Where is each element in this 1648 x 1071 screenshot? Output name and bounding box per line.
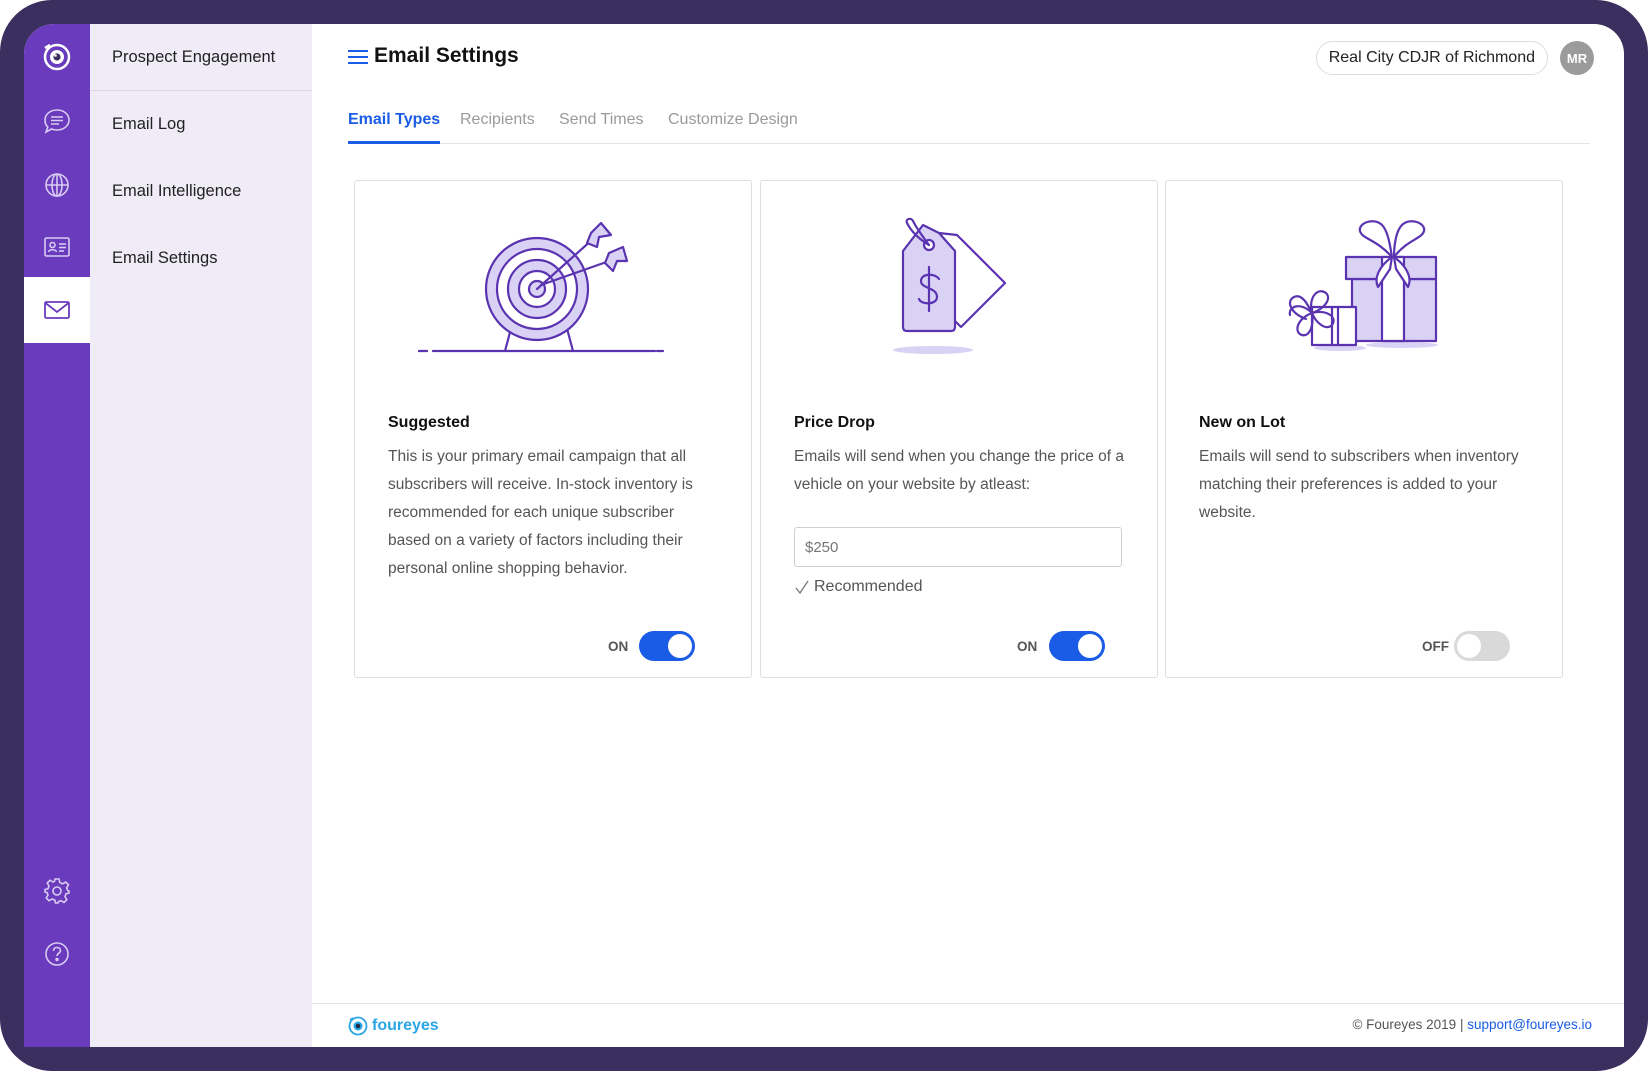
gear-icon[interactable]	[24, 858, 90, 924]
tab-send-times[interactable]: Send Times	[559, 111, 643, 141]
tab-bar: Email Types Recipients Send Times Custom…	[348, 111, 1590, 144]
dealer-selector[interactable]: Real City CDJR of Richmond	[1315, 41, 1548, 75]
help-icon[interactable]	[24, 921, 90, 987]
tab-recipients[interactable]: Recipients	[460, 111, 535, 141]
chat-bubble-icon[interactable]	[24, 88, 90, 154]
card-title: New on Lot	[1199, 414, 1286, 431]
card-title: Price Drop	[794, 414, 875, 431]
envelope-icon[interactable]	[24, 277, 90, 343]
check-icon	[795, 580, 809, 595]
globe-icon[interactable]	[24, 152, 90, 218]
gift-boxes-icon	[1288, 220, 1438, 351]
toggle-knob	[668, 634, 692, 658]
secondary-nav: Prospect Engagement Email Log Email Inte…	[90, 24, 312, 1047]
toggle-knob	[1078, 634, 1102, 658]
footer: foureyes © Foureyes 2019 | support@foure…	[312, 1003, 1624, 1047]
icon-rail	[24, 24, 90, 1047]
logo-eye-icon[interactable]	[24, 24, 90, 90]
hamburger-menu-icon[interactable]	[348, 48, 368, 66]
toggle-knob	[1457, 634, 1481, 658]
device-frame: Prospect Engagement Email Log Email Inte…	[0, 0, 1648, 1071]
target-with-arrows-icon	[417, 221, 665, 353]
footer-logo: foureyes	[348, 1016, 439, 1036]
top-bar: Email Settings Real City CDJR of Richmon…	[312, 24, 1624, 90]
price-drop-toggle[interactable]	[1049, 631, 1105, 661]
subnav-item-email-settings[interactable]: Email Settings	[90, 225, 312, 292]
page-title: Email Settings	[374, 44, 519, 67]
main-content: Email Settings Real City CDJR of Richmon…	[312, 24, 1624, 1047]
recommended-label: Recommended	[814, 578, 923, 595]
price-tag-icon	[893, 217, 1007, 354]
contact-card-icon[interactable]	[24, 214, 90, 280]
card-title: Suggested	[388, 414, 470, 431]
app-screen: Prospect Engagement Email Log Email Inte…	[24, 24, 1624, 1047]
subnav-header: Prospect Engagement	[90, 24, 312, 91]
recommended-hint: Recommended	[794, 578, 923, 596]
suggested-toggle[interactable]	[639, 631, 695, 661]
support-email-link[interactable]: support@foureyes.io	[1467, 1017, 1592, 1032]
email-type-card-suggested: Suggested This is your primary email cam…	[354, 180, 752, 678]
tab-customize-design[interactable]: Customize Design	[668, 111, 798, 141]
footer-meta: © Foureyes 2019 | support@foureyes.io	[1352, 1017, 1592, 1032]
avatar[interactable]: MR	[1560, 41, 1594, 75]
card-description: Emails will send when you change the pri…	[794, 448, 1124, 493]
new-on-lot-toggle[interactable]	[1454, 631, 1510, 661]
toggle-state-label: ON	[608, 639, 629, 654]
email-type-card-new-on-lot: New on Lot Emails will send to subscribe…	[1165, 180, 1563, 678]
copyright-text: © Foureyes 2019 |	[1352, 1017, 1464, 1032]
foureyes-logo-icon	[348, 1016, 368, 1036]
toggle-state-label: OFF	[1422, 639, 1449, 654]
email-type-card-price-drop: Price Drop Emails will send when you cha…	[760, 180, 1158, 678]
subnav-item-email-intelligence[interactable]: Email Intelligence	[90, 158, 312, 225]
tab-email-types[interactable]: Email Types	[348, 111, 441, 144]
toggle-state-label: ON	[1017, 639, 1038, 654]
price-threshold-input[interactable]	[794, 527, 1122, 567]
subnav-item-email-log[interactable]: Email Log	[90, 91, 312, 158]
card-description: This is your primary email campaign that…	[388, 448, 693, 577]
footer-logo-text: foureyes	[372, 1017, 439, 1034]
card-description: Emails will send to subscribers when inv…	[1199, 448, 1519, 521]
